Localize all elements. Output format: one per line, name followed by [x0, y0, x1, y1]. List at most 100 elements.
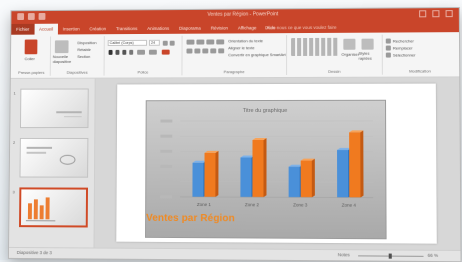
layout-button[interactable]: Disposition	[77, 40, 96, 45]
powerpoint-window: Ventes par Région - PowerPoint FichierAc…	[8, 7, 462, 262]
zoom-level[interactable]: 66 %	[428, 253, 439, 258]
section-button[interactable]: Section	[77, 54, 90, 59]
slide-title[interactable]: Ventes par Région	[146, 213, 235, 224]
arrange-button[interactable]: Organiser	[341, 52, 359, 57]
close-icon[interactable]	[446, 10, 453, 17]
bar	[192, 163, 203, 197]
shapes-gallery[interactable]	[291, 38, 339, 56]
font-size-select[interactable]: 24	[149, 40, 160, 46]
y-tick-label	[160, 195, 172, 198]
quick-styles-button[interactable]: Styles rapides	[359, 52, 381, 61]
drawing-group-label: Dessin	[287, 69, 382, 74]
screenshot-stage: Ventes par Région - PowerPoint FichierAc…	[0, 0, 462, 260]
change-case-icon[interactable]	[149, 50, 157, 55]
find-button[interactable]: Rechercher	[393, 38, 414, 43]
chart-object[interactable]: Titre du graphiqueZone 1Zone 2Zone 3Zone…	[145, 100, 387, 240]
select-button[interactable]: Sélectionner	[393, 52, 416, 57]
tab-3[interactable]: Insertion	[58, 24, 85, 35]
decrease-indent-icon[interactable]	[206, 40, 214, 45]
bar-side	[360, 130, 363, 197]
tab-6[interactable]: Animations	[142, 23, 174, 34]
slide-canvas[interactable]: Titre du graphiqueZone 1Zone 2Zone 3Zone…	[116, 84, 437, 244]
notes-button[interactable]: Notes	[338, 252, 350, 257]
replace-button[interactable]: Remplacer	[393, 45, 413, 50]
grow-font-icon[interactable]	[163, 41, 168, 46]
ribbon: Coller Presse-papiers Nouvelle diapositi…	[11, 32, 459, 79]
tab-5[interactable]: Transitions	[111, 23, 142, 34]
quick-styles-icon[interactable]	[361, 39, 373, 50]
bar	[349, 132, 360, 197]
tab-8[interactable]: Révision	[206, 23, 233, 34]
bullets-icon[interactable]	[187, 40, 195, 45]
smartart-button[interactable]: Convertir en graphique SmartArt	[228, 52, 286, 57]
thumbnail-bar	[34, 199, 38, 219]
bold-icon[interactable]	[109, 50, 113, 55]
underline-icon[interactable]	[122, 50, 126, 55]
y-tick-label	[160, 150, 172, 153]
paste-button[interactable]: Coller	[25, 56, 35, 61]
paragraph-group-label: Paragraphe	[182, 69, 286, 74]
paragraph-group: Orientation du texte Aligner le texte Co…	[182, 35, 287, 75]
tab-9[interactable]: Affichage	[233, 22, 262, 33]
bar	[301, 161, 312, 198]
thumbnail-slide-2[interactable]	[20, 138, 89, 178]
redo-icon[interactable]	[39, 13, 46, 20]
select-icon[interactable]	[386, 53, 391, 58]
arrange-icon[interactable]	[343, 39, 355, 50]
undo-icon[interactable]	[28, 13, 35, 20]
numbering-icon[interactable]	[196, 40, 204, 45]
save-icon[interactable]	[17, 13, 24, 20]
tab-1[interactable]: Fichier	[11, 24, 34, 35]
font-name-select[interactable]: Calibri (Corps)	[108, 40, 147, 46]
columns-icon[interactable]	[218, 48, 224, 53]
quick-access-toolbar	[17, 13, 45, 20]
thumbnail-bar	[28, 203, 32, 219]
minimize-icon[interactable]	[419, 10, 426, 17]
thumbnail-bar	[46, 197, 50, 219]
new-slide-icon[interactable]	[55, 40, 69, 53]
paste-icon[interactable]	[25, 39, 38, 54]
align-center-icon[interactable]	[194, 48, 200, 53]
thumbnail-number: 2	[13, 140, 15, 145]
character-spacing-icon[interactable]	[137, 50, 145, 55]
bar	[252, 140, 263, 197]
replace-icon[interactable]	[386, 46, 391, 51]
slide-editing-area: Titre du graphiqueZone 1Zone 2Zone 3Zone…	[94, 77, 460, 250]
tab-2[interactable]: Accueil	[34, 24, 58, 35]
bar-side	[263, 138, 266, 197]
italic-icon[interactable]	[115, 50, 119, 55]
window-title: Ventes par Région - PowerPoint	[207, 11, 278, 17]
thumbnail-text-line	[27, 152, 47, 154]
strikethrough-icon[interactable]	[129, 50, 133, 55]
find-icon[interactable]	[386, 39, 391, 44]
slides-group-label: Diapositives	[51, 70, 104, 75]
reset-button[interactable]: Rétablir	[77, 47, 91, 52]
slides-group: Nouvelle diapositive Disposition Rétabli…	[51, 36, 105, 76]
thumbnail-slide-3[interactable]	[19, 187, 88, 227]
thumbnail-number: 1	[14, 91, 16, 96]
align-left-icon[interactable]	[186, 49, 192, 54]
drawing-group: Organiser Styles rapides Dessin	[287, 35, 383, 75]
shrink-font-icon[interactable]	[170, 41, 175, 46]
new-slide-button[interactable]: Nouvelle diapositive	[53, 55, 75, 64]
thumbnail-slide-1[interactable]	[20, 88, 89, 128]
tell-me-search[interactable]: Dites-nous ce que vous voulez faire	[265, 22, 336, 33]
tab-7[interactable]: Diaporama	[174, 23, 206, 34]
font-color-icon[interactable]	[162, 50, 170, 55]
justify-icon[interactable]	[210, 48, 216, 53]
tab-4[interactable]: Création	[85, 23, 112, 34]
zoom-slider-thumb[interactable]	[389, 254, 392, 259]
thumbnail-shape-icon	[60, 155, 76, 165]
font-group-label: Police	[105, 69, 182, 74]
increase-indent-icon[interactable]	[216, 39, 224, 44]
text-direction-button[interactable]: Orientation du texte	[228, 38, 263, 43]
bar	[204, 153, 215, 197]
align-text-button[interactable]: Aligner le texte	[228, 45, 254, 50]
bar	[240, 157, 251, 197]
bar-side	[312, 159, 315, 198]
y-tick-label	[160, 120, 172, 123]
maximize-icon[interactable]	[432, 10, 439, 17]
editing-group-label: Modification	[383, 68, 457, 73]
align-right-icon[interactable]	[202, 48, 208, 53]
x-tick-label: Zone 4	[342, 203, 357, 208]
